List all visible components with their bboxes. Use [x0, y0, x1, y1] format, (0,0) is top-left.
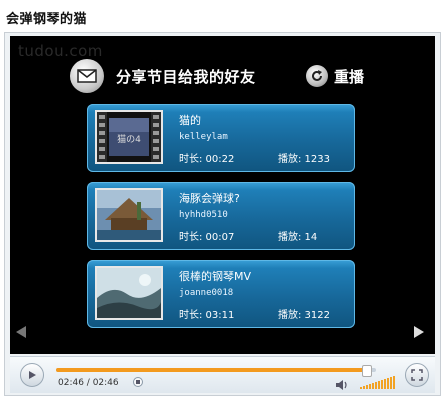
related-video-card[interactable]: 很棒的钢琴MV joanne0018 时长: 03:11 播放: 3122 — [87, 260, 355, 328]
video-title[interactable]: 很棒的钢琴MV — [179, 268, 251, 284]
video-thumbnail — [95, 188, 163, 242]
envelope-icon — [70, 59, 104, 93]
video-duration: 时长: 00:07 — [179, 232, 235, 243]
video-user: joanne0018 — [179, 288, 234, 298]
fullscreen-icon — [411, 369, 423, 381]
video-thumbnail — [95, 266, 163, 320]
play-icon — [29, 371, 36, 379]
progress-fill — [56, 368, 367, 372]
play-button[interactable] — [20, 363, 44, 387]
video-duration: 时长: 03:11 — [179, 310, 235, 321]
video-thumbnail: 猫の4 — [95, 110, 163, 164]
time-display: 02:46 / 02:46 — [58, 378, 119, 388]
fullscreen-button[interactable] — [405, 363, 429, 387]
volume-slider[interactable] — [360, 375, 395, 389]
video-title[interactable]: 猫的 — [179, 112, 201, 128]
page-title: 会弹钢琴的猫 — [6, 12, 88, 27]
video-user: hyhhd0510 — [179, 210, 228, 220]
progress-bar[interactable] — [56, 365, 376, 377]
share-label: 分享节目给我的好友 — [116, 67, 256, 86]
share-button[interactable]: 分享节目给我的好友 — [70, 58, 256, 94]
right-arrow-icon[interactable] — [414, 326, 424, 338]
video-plays: 播放: 14 — [278, 232, 318, 243]
replay-icon — [306, 65, 328, 87]
video-plays: 播放: 1233 — [278, 154, 330, 165]
video-plays: 播放: 3122 — [278, 310, 330, 321]
left-arrow-icon[interactable] — [16, 326, 26, 338]
thumbnail-caption: 猫の4 — [117, 133, 141, 145]
replay-button[interactable]: 重播 — [306, 62, 364, 90]
control-bar: 02:46 / 02:46 — [10, 356, 435, 393]
stop-button[interactable] — [133, 377, 143, 387]
video-user: kelleylam — [179, 132, 228, 142]
video-title[interactable]: 海豚会弹球? — [179, 190, 240, 206]
related-video-card[interactable]: 海豚会弹球? hyhhd0510 时长: 00:07 播放: 14 — [87, 182, 355, 250]
video-player[interactable]: tudou.com 分享节目给我的好友 重播 猫の4 猫的 kelleylam … — [10, 36, 435, 354]
volume-icon[interactable] — [335, 376, 349, 395]
related-video-card[interactable]: 猫の4 猫的 kelleylam 时长: 00:22 播放: 1233 — [87, 104, 355, 172]
stop-icon — [136, 380, 140, 384]
replay-label: 重播 — [334, 67, 365, 86]
video-duration: 时长: 00:22 — [179, 154, 235, 165]
